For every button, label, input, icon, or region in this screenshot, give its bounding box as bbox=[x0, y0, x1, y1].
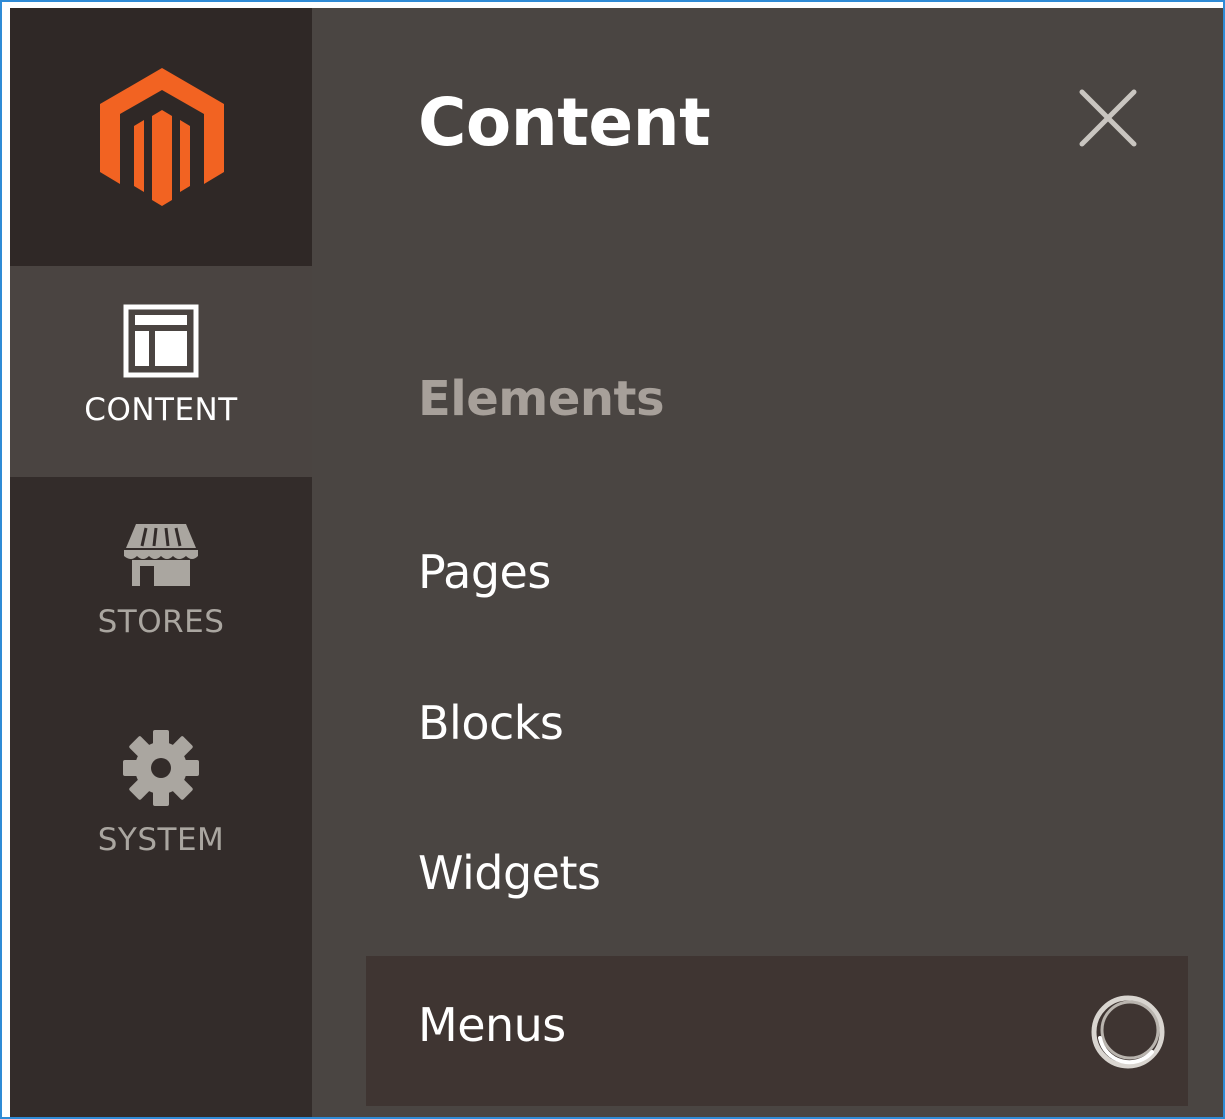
content-layout-icon bbox=[123, 304, 199, 378]
magento-logo-icon bbox=[100, 68, 224, 206]
logo-area[interactable] bbox=[10, 8, 312, 266]
screenshot-frame: CONTENT STORES SYSTEM Content Elements P… bbox=[0, 0, 1225, 1119]
loading-spinner-icon bbox=[1091, 995, 1165, 1069]
menu-item-pages[interactable]: Pages bbox=[366, 513, 1188, 663]
menu-item-label: Blocks bbox=[418, 696, 564, 750]
menu-item-label: Widgets bbox=[418, 846, 601, 900]
nav-item-system[interactable]: SYSTEM bbox=[10, 728, 312, 888]
menu-item-menus[interactable]: Menus bbox=[366, 956, 1188, 1106]
nav-item-stores-label: STORES bbox=[97, 604, 225, 640]
nav-item-system-label: SYSTEM bbox=[97, 822, 225, 858]
menu-item-label: Pages bbox=[418, 545, 551, 599]
nav-item-stores[interactable]: STORES bbox=[10, 520, 312, 680]
gear-icon bbox=[123, 730, 199, 806]
content-submenu-panel: Content Elements Pages Blocks Widgets Me… bbox=[312, 8, 1223, 1117]
admin-sidebar: CONTENT STORES SYSTEM bbox=[10, 8, 312, 1117]
menu-item-label: Menus bbox=[418, 998, 566, 1052]
menu-item-widgets[interactable]: Widgets bbox=[366, 814, 1188, 964]
menu-item-blocks[interactable]: Blocks bbox=[366, 664, 1188, 814]
close-icon bbox=[1079, 89, 1137, 147]
close-button[interactable] bbox=[1076, 86, 1140, 150]
nav-item-content-label: CONTENT bbox=[84, 392, 238, 428]
section-title-elements: Elements bbox=[418, 371, 665, 427]
nav-item-content[interactable]: CONTENT bbox=[10, 266, 312, 477]
storefront-icon bbox=[124, 524, 198, 586]
panel-title: Content bbox=[418, 84, 711, 161]
